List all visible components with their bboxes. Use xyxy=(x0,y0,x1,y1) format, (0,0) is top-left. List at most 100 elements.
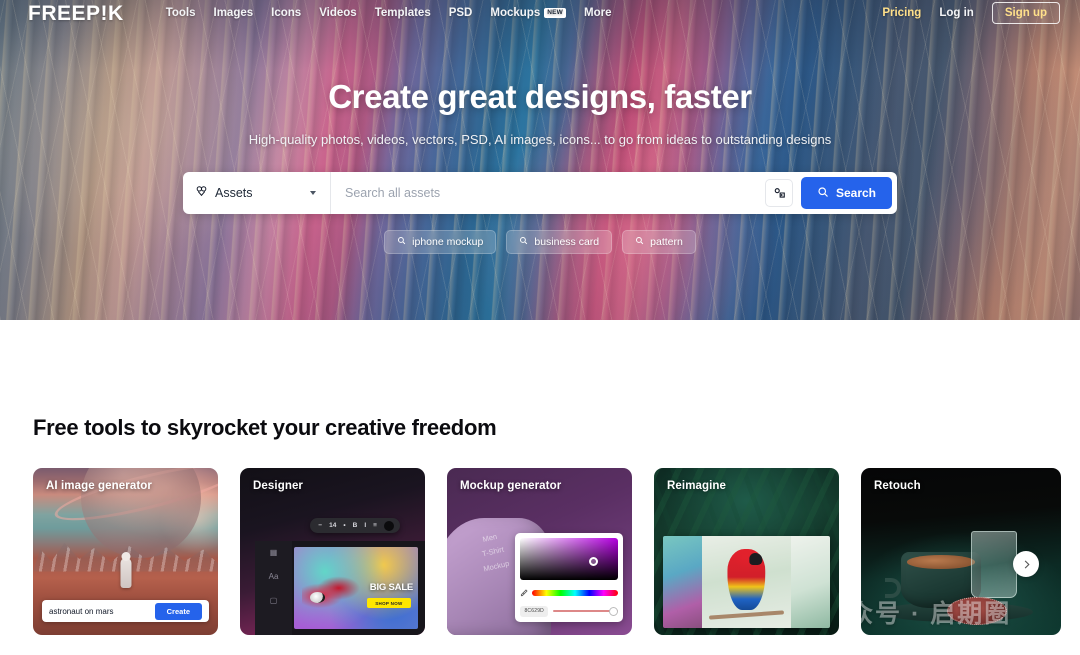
assets-icon xyxy=(195,184,208,202)
card-title: Designer xyxy=(253,480,304,492)
increase-size-icon[interactable]: • xyxy=(343,522,345,529)
card-title: AI image generator xyxy=(46,480,152,492)
font-size-value[interactable]: 14 xyxy=(329,522,336,529)
create-button[interactable]: Create xyxy=(154,602,202,620)
search-bar: Assets Search xyxy=(183,172,897,214)
italic-icon[interactable]: I xyxy=(364,522,366,529)
tool-card-mockup-generator[interactable]: Men T-Shirt Mockup Mockup generator 8C62… xyxy=(447,468,632,635)
sneakers-image xyxy=(301,570,362,613)
nav-item-tools[interactable]: Tools xyxy=(166,7,196,19)
designer-canvas: BIG SALE SHOP NOW xyxy=(294,547,418,629)
signup-button[interactable]: Sign up xyxy=(991,1,1060,25)
search-icon xyxy=(817,186,829,201)
pricing-link[interactable]: Pricing xyxy=(882,7,921,19)
hue-slider[interactable] xyxy=(532,589,618,596)
section-title: Free tools to skyrocket your creative fr… xyxy=(33,415,497,440)
astronaut-figure xyxy=(120,552,131,589)
canvas-cta-button: SHOP NOW xyxy=(367,598,411,609)
nav-item-icons[interactable]: Icons xyxy=(271,7,301,19)
alpha-slider[interactable] xyxy=(553,607,618,617)
login-link[interactable]: Log in xyxy=(939,7,974,19)
reimagine-variants-strip xyxy=(663,536,830,629)
variant-thumbnail xyxy=(663,536,703,629)
top-navigation-bar: FREEP!K Tools Images Icons Videos Templa… xyxy=(0,0,1080,26)
card-title: Mockup generator xyxy=(460,480,562,492)
nav-item-label: More xyxy=(583,7,612,19)
nav-item-mockups[interactable]: Mockups NEW xyxy=(490,7,566,19)
branch-decoration xyxy=(709,610,784,620)
nav-item-label: Tools xyxy=(165,7,196,19)
tool-card-ai-image-generator[interactable]: AI image generator astronaut on mars Cre… xyxy=(33,468,218,635)
suggested-searches: iphone mockup business card pattern xyxy=(0,230,1080,254)
search-input[interactable] xyxy=(331,172,765,214)
nav-item-label: Videos xyxy=(319,7,357,19)
designer-app-preview: ▦ Aa ▢ BIG SALE SHOP NOW xyxy=(254,541,425,635)
hero-content: Create great designs, faster High-qualit… xyxy=(0,26,1080,254)
suggested-search-chip[interactable]: business card xyxy=(506,230,613,254)
align-icon[interactable]: ≡ xyxy=(373,522,377,529)
chip-label: business card xyxy=(534,236,600,248)
nav-item-psd[interactable]: PSD xyxy=(449,7,473,19)
tool-card-reimagine[interactable]: Reimagine xyxy=(654,468,839,635)
image-search-button[interactable] xyxy=(764,179,793,207)
saturation-value-field[interactable] xyxy=(520,538,618,580)
hex-and-alpha-row: 8C629D xyxy=(520,605,618,617)
freepik-logo[interactable]: FREEP!K xyxy=(28,3,124,24)
color-picker-panel[interactable]: 8C629D xyxy=(515,533,623,622)
suggested-search-chip[interactable]: iphone mockup xyxy=(384,230,497,254)
search-icon xyxy=(635,236,644,248)
variant-thumbnail xyxy=(790,536,830,629)
bold-icon[interactable]: B xyxy=(353,522,358,529)
hue-row xyxy=(520,584,618,602)
search-button[interactable]: Search xyxy=(800,177,892,209)
hero-banner: FREEP!K Tools Images Icons Videos Templa… xyxy=(0,0,1080,320)
water-glass-object xyxy=(971,531,1017,599)
suggested-search-chip[interactable]: pattern xyxy=(622,230,696,254)
nav-item-label: PSD xyxy=(448,7,473,19)
search-icon xyxy=(519,236,528,248)
tools-card-list: AI image generator astronaut on mars Cre… xyxy=(33,468,1061,635)
free-tools-section: Free tools to skyrocket your creative fr… xyxy=(0,415,1080,635)
text-tool-icon: Aa xyxy=(268,572,279,582)
search-button-label: Search xyxy=(835,186,876,200)
chip-label: pattern xyxy=(650,236,683,248)
parrot-illustration xyxy=(727,549,766,610)
nav-item-videos[interactable]: Videos xyxy=(319,7,357,19)
carousel-next-button[interactable] xyxy=(1013,551,1039,577)
prompt-input-value[interactable]: astronaut on mars xyxy=(49,607,155,616)
canvas-headline: BIG SALE xyxy=(369,581,414,593)
decrease-size-icon[interactable]: − xyxy=(318,522,322,529)
tool-card-designer[interactable]: Designer ▦ Aa ▢ BIG SALE SHOP NOW − 14 •… xyxy=(240,468,425,635)
tools-carousel: AI image generator astronaut on mars Cre… xyxy=(33,468,1061,635)
nav-account-actions: Pricing Log in Sign up xyxy=(882,1,1060,25)
nav-item-label: Icons xyxy=(271,7,302,19)
nav-item-label: Images xyxy=(213,7,254,19)
search-scope-dropdown[interactable]: Assets xyxy=(183,172,331,214)
eyedropper-icon[interactable] xyxy=(520,584,529,602)
prompt-bar: astronaut on mars Create xyxy=(42,600,209,622)
nav-item-label: Templates xyxy=(374,7,431,19)
color-swatch[interactable] xyxy=(383,520,394,531)
text-format-toolbar: − 14 • B I ≡ xyxy=(310,518,400,534)
nav-item-more[interactable]: More xyxy=(584,7,611,19)
card-title: Reimagine xyxy=(667,480,727,492)
hero-title: Create great designs, faster xyxy=(328,78,752,115)
chip-label: iphone mockup xyxy=(412,236,484,248)
card-title: Retouch xyxy=(874,480,921,492)
shapes-icon: ▢ xyxy=(269,596,278,606)
nav-item-templates[interactable]: Templates xyxy=(375,7,431,19)
variant-thumbnail xyxy=(702,536,791,629)
hero-subtitle: High-quality photos, videos, vectors, PS… xyxy=(248,132,832,147)
primary-nav-links: Tools Images Icons Videos Templates PSD … xyxy=(166,7,612,19)
hex-value-field[interactable]: 8C629D xyxy=(520,605,548,617)
grid-icon: ▦ xyxy=(269,548,278,558)
new-badge: NEW xyxy=(544,8,566,18)
color-picker-handle[interactable] xyxy=(589,556,599,566)
cookie-object xyxy=(947,596,1007,625)
nav-item-images[interactable]: Images xyxy=(214,7,254,19)
search-scope-label: Assets xyxy=(215,186,253,200)
nav-item-label: Mockups xyxy=(490,7,541,19)
designer-toolbar-rail: ▦ Aa ▢ xyxy=(254,541,293,635)
search-icon xyxy=(397,236,406,248)
chevron-down-icon xyxy=(310,191,316,195)
